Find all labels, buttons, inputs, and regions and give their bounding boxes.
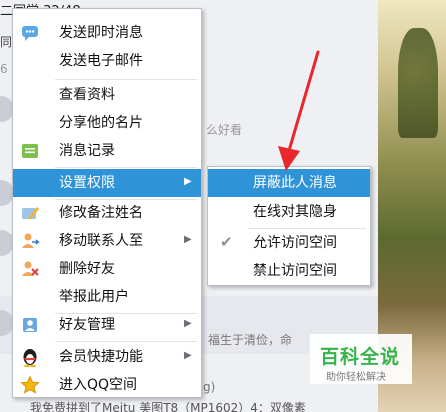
contact-context-menu: 发送即时消息 发送电子邮件 查看资料 分享他的名片 消息记录 设置权限 ▶ 修改…	[12, 8, 202, 398]
background-text-6: 我免费拼到了Meitu 美图T8（MP1602）4：双像素	[30, 401, 306, 412]
qq-penguin-icon	[20, 347, 40, 368]
menu-item-label: 查看资料	[59, 87, 115, 103]
menu-item-label: 删除好友	[59, 261, 115, 277]
menu-divider	[55, 341, 197, 342]
watermark-badge: 百科全说 助你轻松解决	[310, 334, 412, 384]
menu-item-label: 修改备注姓名	[59, 205, 143, 221]
watermark-title: 百科全说	[320, 346, 401, 368]
watermark-subtitle: 助你轻松解决	[326, 372, 386, 383]
submenu-item-invisible-online[interactable]: 在线对其隐身	[208, 198, 370, 226]
background-text-2: 6	[0, 62, 8, 76]
submenu-item-label: 允许访问空间	[253, 235, 337, 251]
submenu-arrow-icon: ▶	[184, 350, 192, 361]
background-text-1: 同	[0, 35, 13, 49]
annotation-arrow-icon	[278, 50, 320, 171]
menu-item-label: 分享他的名片	[59, 115, 143, 131]
menu-item-label: 进入QQ空间	[59, 377, 138, 393]
menu-item-label: 移动联系人至	[59, 233, 143, 249]
menu-item-label: 发送电子邮件	[59, 53, 143, 69]
submenu-arrow-icon: ▶	[184, 318, 192, 329]
menu-item-delete-friend[interactable]: 删除好友	[13, 255, 201, 283]
submenu-item-label: 禁止访问空间	[253, 263, 337, 279]
move-contact-icon	[20, 231, 40, 251]
menu-item-edit-remark-name[interactable]: 修改备注姓名	[13, 199, 201, 227]
menu-item-send-instant-message[interactable]: 发送即时消息	[13, 19, 201, 47]
background-text-5: g)	[203, 380, 216, 394]
submenu-arrow-icon: ▶	[184, 234, 192, 245]
submenu-item-allow-qzone[interactable]: ✔ 允许访问空间	[208, 229, 370, 257]
menu-item-label: 消息记录	[59, 143, 115, 159]
menu-item-label: 会员快捷功能	[59, 349, 143, 365]
submenu-arrow-icon: ▶	[184, 176, 192, 187]
submenu-item-label: 在线对其隐身	[253, 204, 337, 220]
submenu-item-deny-qzone[interactable]: 禁止访问空间	[208, 257, 370, 285]
background-text-4: 福生于清俭，命	[208, 333, 293, 347]
menu-item-message-history[interactable]: 消息记录	[13, 137, 201, 165]
menu-item-report-user[interactable]: 举报此用户	[13, 283, 201, 311]
menu-item-view-profile[interactable]: 查看资料	[13, 81, 201, 109]
menu-item-enter-qzone[interactable]: 进入QQ空间	[13, 371, 201, 399]
menu-divider	[55, 79, 197, 80]
menu-item-send-email[interactable]: 发送电子邮件	[13, 47, 201, 75]
friend-manage-icon	[20, 315, 40, 335]
menu-item-move-contact[interactable]: 移动联系人至 ▶	[13, 227, 201, 255]
checkmark-icon: ✔	[220, 233, 233, 251]
menu-item-label: 发送即时消息	[59, 25, 143, 41]
submenu-item-label: 屏蔽此人消息	[253, 175, 337, 191]
message-log-icon	[20, 141, 40, 161]
menu-item-label: 设置权限	[59, 175, 115, 191]
menu-divider	[55, 167, 197, 168]
menu-item-set-permissions[interactable]: 设置权限 ▶	[13, 169, 201, 197]
menu-item-share-card[interactable]: 分享他的名片	[13, 109, 201, 137]
qzone-star-icon	[20, 375, 40, 395]
permissions-submenu: 屏蔽此人消息 在线对其隐身 ✔ 允许访问空间 禁止访问空间	[207, 166, 371, 286]
background-text-3: 么好看	[206, 123, 243, 137]
menu-item-label: 举报此用户	[59, 289, 129, 305]
menu-item-friend-management[interactable]: 好友管理 ▶	[13, 311, 201, 339]
menu-item-label: 好友管理	[59, 317, 115, 333]
delete-friend-icon	[20, 259, 40, 279]
chat-bubble-icon	[20, 23, 40, 43]
edit-name-icon	[20, 203, 40, 223]
menu-item-member-shortcuts[interactable]: 会员快捷功能 ▶	[13, 343, 201, 371]
